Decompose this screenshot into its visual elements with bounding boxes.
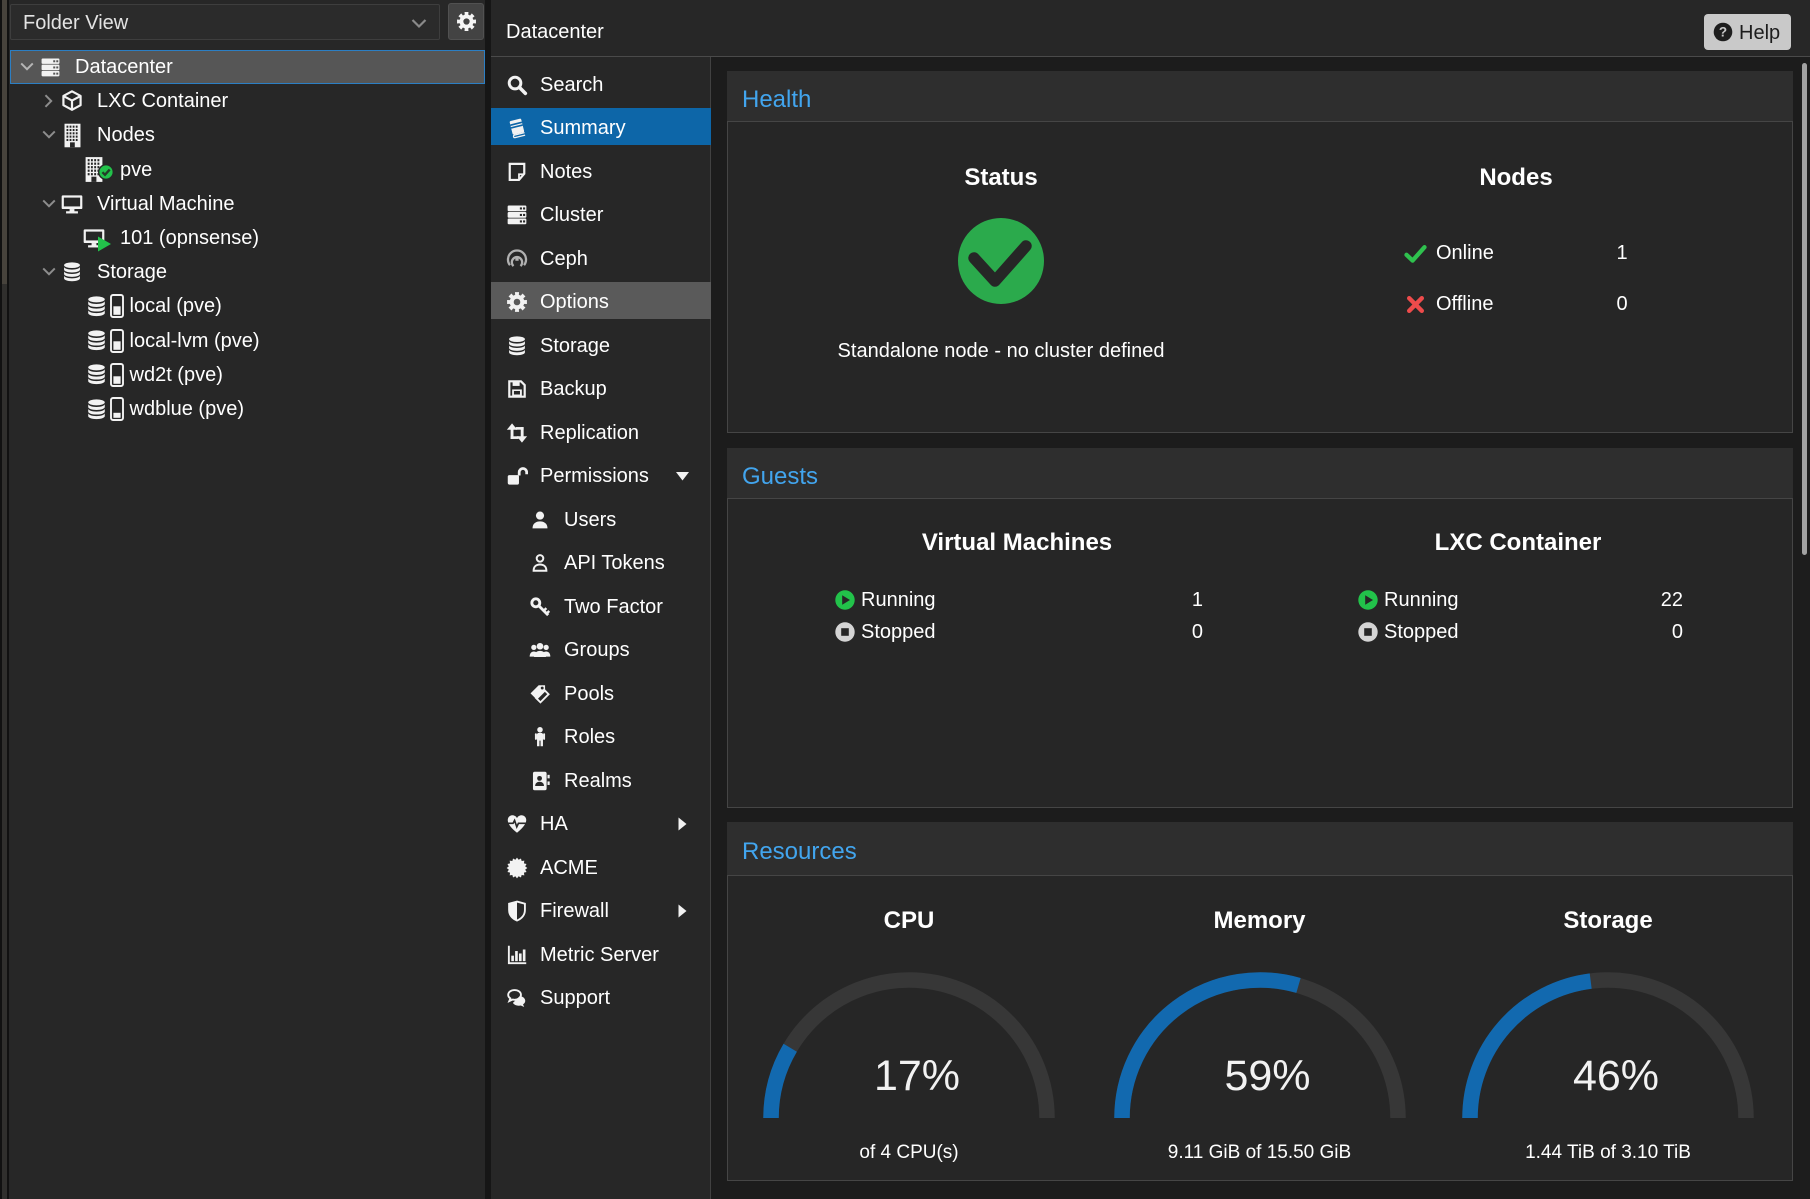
svg-text:?: ? [1719, 25, 1727, 40]
